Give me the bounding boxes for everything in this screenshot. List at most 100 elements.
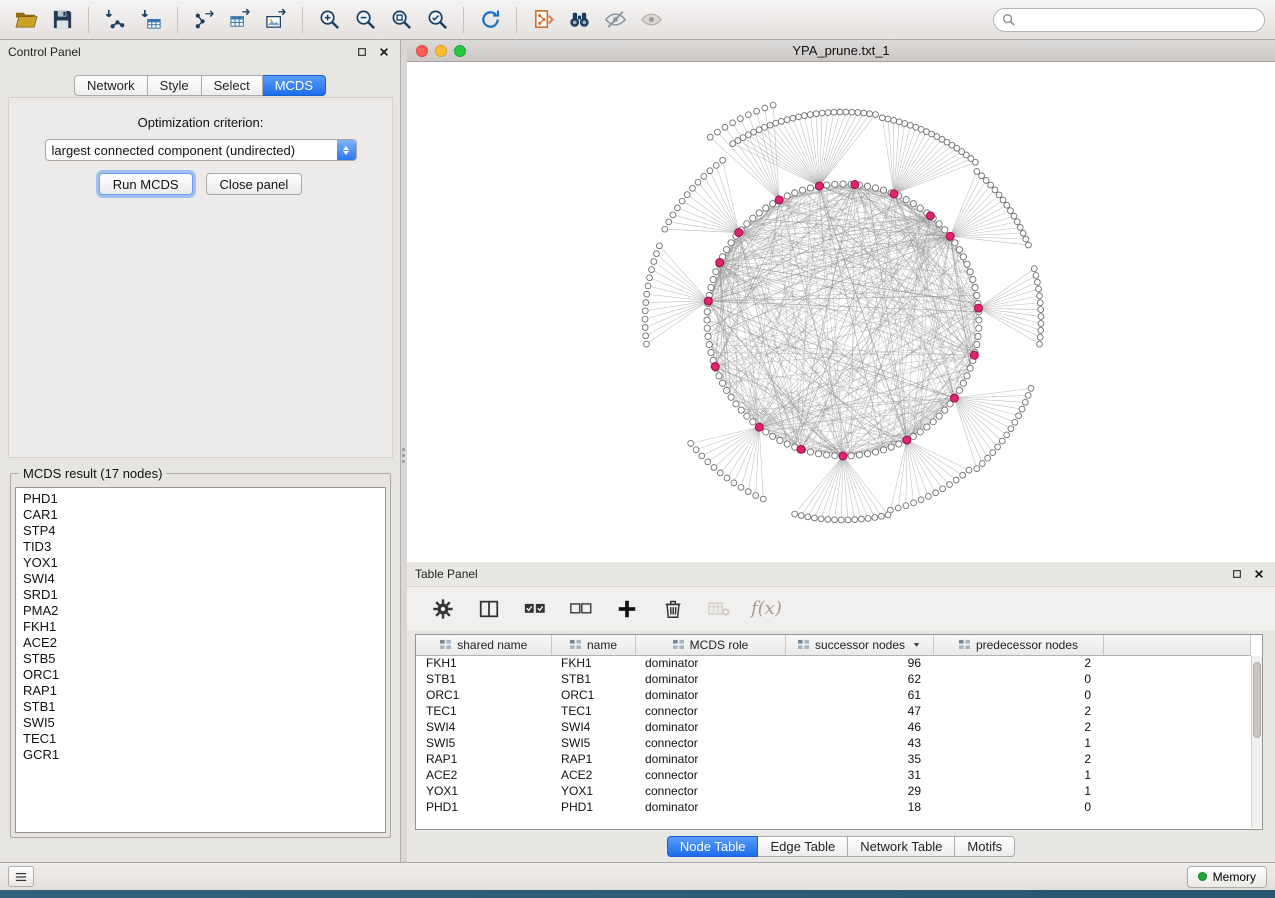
close-panel-button[interactable]: Close panel [206, 173, 303, 195]
mcds-result-list[interactable]: PHD1CAR1STP4TID3YOX1SWI4SRD1PMA2FKH1ACE2… [15, 487, 386, 833]
mcds-result-item[interactable]: GCR1 [23, 747, 385, 763]
tab-mcds[interactable]: MCDS [263, 75, 326, 96]
tab-motifs[interactable]: Motifs [955, 836, 1015, 857]
cell-mcds-role[interactable]: dominator [635, 719, 785, 735]
import-network-file-button[interactable] [99, 5, 131, 35]
cell-mcds-role[interactable]: connector [635, 783, 785, 799]
cell-successor-nodes[interactable]: 18 [785, 799, 933, 815]
cell-successor-nodes[interactable]: 35 [785, 751, 933, 767]
cell-shared-name[interactable]: STB1 [416, 671, 551, 687]
show-panels-button[interactable] [8, 866, 34, 887]
table-row[interactable]: TEC1TEC1connector472 [416, 703, 1251, 719]
clone-network-button[interactable] [527, 5, 559, 35]
cell-mcds-role[interactable]: connector [635, 735, 785, 751]
sort-dropdown-icon[interactable] [912, 640, 921, 649]
mcds-result-item[interactable]: RAP1 [23, 683, 385, 699]
cell-successor-nodes[interactable]: 29 [785, 783, 933, 799]
cell-mcds-role[interactable]: dominator [635, 671, 785, 687]
mcds-result-item[interactable]: CAR1 [23, 507, 385, 523]
add-row-button[interactable] [613, 595, 641, 623]
table-row[interactable]: PHD1PHD1dominator180 [416, 799, 1251, 815]
table-row[interactable]: ORC1ORC1dominator610 [416, 687, 1251, 703]
cell-predecessor-nodes[interactable]: 0 [933, 687, 1103, 703]
cell-mcds-role[interactable]: dominator [635, 799, 785, 815]
mcds-result-item[interactable]: TEC1 [23, 731, 385, 747]
cell-successor-nodes[interactable]: 43 [785, 735, 933, 751]
network-graph[interactable] [407, 62, 1275, 562]
cell-successor-nodes[interactable]: 96 [785, 655, 933, 671]
eye-button[interactable] [635, 5, 667, 35]
cell-predecessor-nodes[interactable]: 2 [933, 655, 1103, 671]
table-row[interactable]: ACE2ACE2connector311 [416, 767, 1251, 783]
show-graphics-details-button[interactable] [599, 5, 631, 35]
cell-predecessor-nodes[interactable]: 1 [933, 735, 1103, 751]
table-row[interactable]: STB1STB1dominator620 [416, 671, 1251, 687]
mcds-result-item[interactable]: SWI4 [23, 571, 385, 587]
cell-shared-name[interactable]: TEC1 [416, 703, 551, 719]
mcds-result-item[interactable]: SRD1 [23, 587, 385, 603]
cell-name[interactable]: TEC1 [551, 703, 635, 719]
function-builder-button[interactable]: f(x) [751, 598, 782, 619]
memory-button[interactable]: Memory [1187, 866, 1267, 888]
export-image-button[interactable] [260, 5, 292, 35]
cell-name[interactable]: SWI5 [551, 735, 635, 751]
cell-shared-name[interactable]: ACE2 [416, 767, 551, 783]
table-row[interactable]: YOX1YOX1connector291 [416, 783, 1251, 799]
column-header-name[interactable]: name [551, 635, 635, 655]
mcds-result-item[interactable]: ACE2 [23, 635, 385, 651]
tab-network-table[interactable]: Network Table [848, 836, 955, 857]
zoom-out-button[interactable] [349, 5, 381, 35]
table-vertical-scrollbar[interactable] [1251, 656, 1262, 828]
refresh-button[interactable] [474, 5, 506, 35]
cell-shared-name[interactable]: ORC1 [416, 687, 551, 703]
tab-network[interactable]: Network [74, 75, 148, 96]
scrollbar-thumb[interactable] [1253, 662, 1261, 738]
close-window-icon[interactable] [416, 45, 428, 57]
mcds-result-item[interactable]: FKH1 [23, 619, 385, 635]
cell-predecessor-nodes[interactable]: 1 [933, 783, 1103, 799]
mcds-result-item[interactable]: STB1 [23, 699, 385, 715]
zoom-selected-button[interactable] [421, 5, 453, 35]
cell-predecessor-nodes[interactable]: 1 [933, 767, 1103, 783]
search-input[interactable] [1020, 13, 1256, 27]
search-network-button[interactable] [563, 5, 595, 35]
cell-predecessor-nodes[interactable]: 0 [933, 671, 1103, 687]
cell-mcds-role[interactable]: dominator [635, 751, 785, 767]
table-row[interactable]: SWI4SWI4dominator462 [416, 719, 1251, 735]
show-columns-button[interactable] [475, 595, 503, 623]
cell-shared-name[interactable]: RAP1 [416, 751, 551, 767]
mcds-result-item[interactable]: ORC1 [23, 667, 385, 683]
open-file-button[interactable] [10, 5, 42, 35]
column-header-shared-name[interactable]: shared name [416, 635, 551, 655]
cell-shared-name[interactable]: PHD1 [416, 799, 551, 815]
column-header-predecessor-nodes[interactable]: predecessor nodes [933, 635, 1103, 655]
cell-name[interactable]: STB1 [551, 671, 635, 687]
table-row[interactable]: FKH1FKH1dominator962 [416, 655, 1251, 671]
run-mcds-button[interactable]: Run MCDS [99, 173, 193, 195]
mcds-result-item[interactable]: STB5 [23, 651, 385, 667]
cell-successor-nodes[interactable]: 31 [785, 767, 933, 783]
unselect-all-button[interactable] [567, 595, 595, 623]
cell-name[interactable]: RAP1 [551, 751, 635, 767]
cell-predecessor-nodes[interactable]: 2 [933, 719, 1103, 735]
float-table-panel-button[interactable] [1229, 566, 1245, 582]
tab-style[interactable]: Style [148, 75, 202, 96]
cell-name[interactable]: YOX1 [551, 783, 635, 799]
criterion-select[interactable]: largest connected component (undirected) [45, 139, 357, 161]
cell-shared-name[interactable]: YOX1 [416, 783, 551, 799]
mcds-result-item[interactable]: SWI5 [23, 715, 385, 731]
cell-predecessor-nodes[interactable]: 0 [933, 799, 1103, 815]
close-control-panel-button[interactable] [376, 44, 392, 60]
float-panel-button[interactable] [354, 44, 370, 60]
table-row[interactable]: SWI5SWI5connector431 [416, 735, 1251, 751]
zoom-in-button[interactable] [313, 5, 345, 35]
delete-rows-button[interactable] [659, 595, 687, 623]
cell-name[interactable]: FKH1 [551, 655, 635, 671]
import-table-file-button[interactable] [135, 5, 167, 35]
close-table-panel-button[interactable] [1251, 566, 1267, 582]
mcds-result-item[interactable]: PMA2 [23, 603, 385, 619]
column-header-successor-nodes[interactable]: successor nodes [785, 635, 933, 655]
cell-shared-name[interactable]: SWI5 [416, 735, 551, 751]
tab-edge-table[interactable]: Edge Table [758, 836, 848, 857]
table-settings-button[interactable] [429, 595, 457, 623]
